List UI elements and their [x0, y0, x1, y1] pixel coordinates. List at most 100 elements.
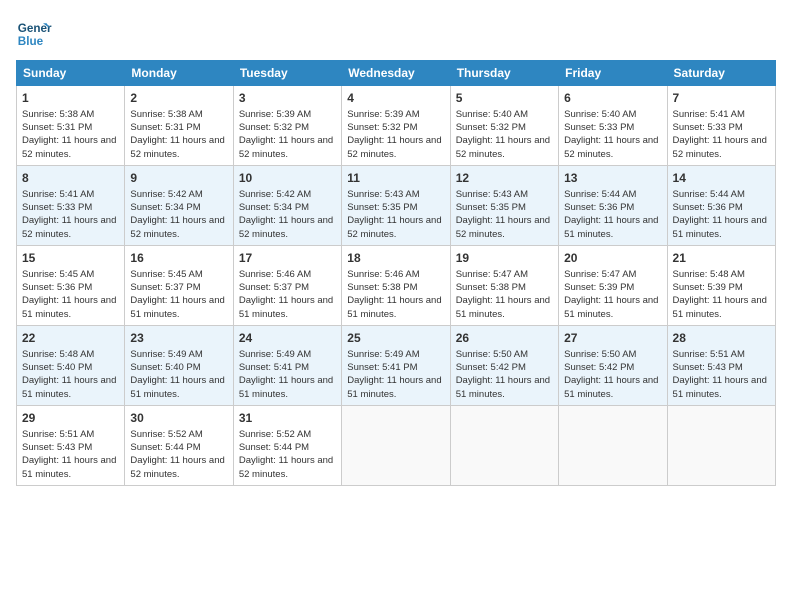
- sunrise-text: Sunrise: 5:39 AM: [347, 109, 419, 120]
- calendar-cell: 4Sunrise: 5:39 AMSunset: 5:32 PMDaylight…: [342, 86, 450, 166]
- sunrise-text: Sunrise: 5:40 AM: [564, 109, 636, 120]
- day-number: 1: [22, 90, 119, 107]
- day-number: 2: [130, 90, 227, 107]
- sunrise-text: Sunrise: 5:44 AM: [564, 189, 636, 200]
- calendar-cell: 10Sunrise: 5:42 AMSunset: 5:34 PMDayligh…: [233, 166, 341, 246]
- calendar-cell: 3Sunrise: 5:39 AMSunset: 5:32 PMDaylight…: [233, 86, 341, 166]
- col-header-sunday: Sunday: [17, 61, 125, 86]
- day-number: 30: [130, 410, 227, 427]
- sunrise-text: Sunrise: 5:49 AM: [130, 349, 202, 360]
- sunrise-text: Sunrise: 5:43 AM: [347, 189, 419, 200]
- daylight-text: Daylight: 11 hours and 51 minutes.: [22, 455, 116, 479]
- calendar-cell: 25Sunrise: 5:49 AMSunset: 5:41 PMDayligh…: [342, 326, 450, 406]
- sunset-text: Sunset: 5:33 PM: [564, 122, 634, 133]
- sunrise-text: Sunrise: 5:42 AM: [239, 189, 311, 200]
- sunset-text: Sunset: 5:43 PM: [22, 442, 92, 453]
- day-number: 12: [456, 170, 553, 187]
- calendar-cell: [450, 406, 558, 486]
- calendar-cell: 15 Sunrise: 5:45 AM Sunset: 5:36 PM Dayligh…: [17, 246, 125, 326]
- calendar-cell: 19Sunrise: 5:47 AMSunset: 5:38 PMDayligh…: [450, 246, 558, 326]
- daylight-text: Daylight: 11 hours and 52 minutes.: [22, 135, 116, 159]
- day-number: 25: [347, 330, 444, 347]
- daylight-text: Daylight: 11 hours and 51 minutes.: [22, 375, 116, 399]
- sunset-text: Sunset: 5:31 PM: [130, 122, 200, 133]
- daylight-text: Daylight: 11 hours and 52 minutes.: [130, 135, 224, 159]
- day-number: 3: [239, 90, 336, 107]
- daylight-text: Daylight: 11 hours and 52 minutes.: [130, 215, 224, 239]
- sunset-text: Sunset: 5:40 PM: [22, 362, 92, 373]
- col-header-tuesday: Tuesday: [233, 61, 341, 86]
- day-number: 22: [22, 330, 119, 347]
- calendar-cell: 30 Sunrise: 5:52 AM Sunset: 5:44 PM Dayligh…: [125, 406, 233, 486]
- calendar-cell: 29Sunrise: 5:51 AMSunset: 5:43 PMDayligh…: [17, 406, 125, 486]
- calendar-cell: 1Sunrise: 5:38 AMSunset: 5:31 PMDaylight…: [17, 86, 125, 166]
- daylight-text: Daylight: 11 hours and 51 minutes.: [673, 295, 767, 319]
- sunset-text: Sunset: 5:34 PM: [130, 202, 200, 213]
- sunrise-text: Sunrise: 5:41 AM: [673, 109, 745, 120]
- calendar-cell: 2 Sunrise: 5:38 AM Sunset: 5:31 PM Daylight…: [125, 86, 233, 166]
- calendar-cell: [559, 406, 667, 486]
- sunrise-text: Sunrise: 5:42 AM: [130, 189, 202, 200]
- sunset-text: Sunset: 5:42 PM: [564, 362, 634, 373]
- daylight-text: Daylight: 11 hours and 52 minutes.: [239, 455, 333, 479]
- calendar-cell: 6Sunrise: 5:40 AMSunset: 5:33 PMDaylight…: [559, 86, 667, 166]
- calendar-cell: 14Sunrise: 5:44 AMSunset: 5:36 PMDayligh…: [667, 166, 775, 246]
- daylight-text: Daylight: 11 hours and 52 minutes.: [347, 135, 441, 159]
- daylight-text: Daylight: 11 hours and 52 minutes.: [239, 135, 333, 159]
- calendar-cell: 9 Sunrise: 5:42 AM Sunset: 5:34 PM Daylight…: [125, 166, 233, 246]
- sunrise-text: Sunrise: 5:38 AM: [22, 109, 94, 120]
- day-number: 9: [130, 170, 227, 187]
- sunrise-text: Sunrise: 5:45 AM: [22, 269, 94, 280]
- sunset-text: Sunset: 5:44 PM: [130, 442, 200, 453]
- daylight-text: Daylight: 11 hours and 51 minutes.: [239, 295, 333, 319]
- sunset-text: Sunset: 5:42 PM: [456, 362, 526, 373]
- day-number: 18: [347, 250, 444, 267]
- sunset-text: Sunset: 5:40 PM: [130, 362, 200, 373]
- calendar-cell: 17Sunrise: 5:46 AMSunset: 5:37 PMDayligh…: [233, 246, 341, 326]
- calendar-cell: 13Sunrise: 5:44 AMSunset: 5:36 PMDayligh…: [559, 166, 667, 246]
- col-header-friday: Friday: [559, 61, 667, 86]
- sunset-text: Sunset: 5:32 PM: [239, 122, 309, 133]
- daylight-text: Daylight: 11 hours and 51 minutes.: [673, 215, 767, 239]
- day-number: 19: [456, 250, 553, 267]
- day-number: 31: [239, 410, 336, 427]
- daylight-text: Daylight: 11 hours and 51 minutes.: [564, 375, 658, 399]
- day-number: 13: [564, 170, 661, 187]
- calendar-cell: 21Sunrise: 5:48 AMSunset: 5:39 PMDayligh…: [667, 246, 775, 326]
- daylight-text: Daylight: 11 hours and 51 minutes.: [347, 295, 441, 319]
- calendar-cell: [667, 406, 775, 486]
- sunset-text: Sunset: 5:35 PM: [347, 202, 417, 213]
- calendar-cell: 24Sunrise: 5:49 AMSunset: 5:41 PMDayligh…: [233, 326, 341, 406]
- day-number: 23: [130, 330, 227, 347]
- calendar-cell: 11Sunrise: 5:43 AMSunset: 5:35 PMDayligh…: [342, 166, 450, 246]
- sunset-text: Sunset: 5:36 PM: [673, 202, 743, 213]
- calendar-cell: 20Sunrise: 5:47 AMSunset: 5:39 PMDayligh…: [559, 246, 667, 326]
- sunrise-text: Sunrise: 5:38 AM: [130, 109, 202, 120]
- page-header: General Blue: [16, 16, 776, 52]
- calendar-cell: [342, 406, 450, 486]
- sunrise-text: Sunrise: 5:52 AM: [239, 429, 311, 440]
- sunset-text: Sunset: 5:44 PM: [239, 442, 309, 453]
- sunrise-text: Sunrise: 5:52 AM: [130, 429, 202, 440]
- calendar-cell: 12Sunrise: 5:43 AMSunset: 5:35 PMDayligh…: [450, 166, 558, 246]
- day-number: 24: [239, 330, 336, 347]
- sunset-text: Sunset: 5:34 PM: [239, 202, 309, 213]
- calendar-cell: 5Sunrise: 5:40 AMSunset: 5:32 PMDaylight…: [450, 86, 558, 166]
- day-number: 17: [239, 250, 336, 267]
- daylight-text: Daylight: 11 hours and 51 minutes.: [22, 295, 116, 319]
- day-number: 15: [22, 250, 119, 267]
- daylight-text: Daylight: 11 hours and 51 minutes.: [130, 295, 224, 319]
- daylight-text: Daylight: 11 hours and 52 minutes.: [456, 215, 550, 239]
- calendar-cell: 18Sunrise: 5:46 AMSunset: 5:38 PMDayligh…: [342, 246, 450, 326]
- day-number: 29: [22, 410, 119, 427]
- daylight-text: Daylight: 11 hours and 51 minutes.: [130, 375, 224, 399]
- sunrise-text: Sunrise: 5:48 AM: [673, 269, 745, 280]
- sunset-text: Sunset: 5:37 PM: [239, 282, 309, 293]
- daylight-text: Daylight: 11 hours and 52 minutes.: [130, 455, 224, 479]
- sunrise-text: Sunrise: 5:50 AM: [456, 349, 528, 360]
- sunset-text: Sunset: 5:36 PM: [22, 282, 92, 293]
- col-header-monday: Monday: [125, 61, 233, 86]
- sunset-text: Sunset: 5:38 PM: [456, 282, 526, 293]
- sunset-text: Sunset: 5:33 PM: [673, 122, 743, 133]
- day-number: 11: [347, 170, 444, 187]
